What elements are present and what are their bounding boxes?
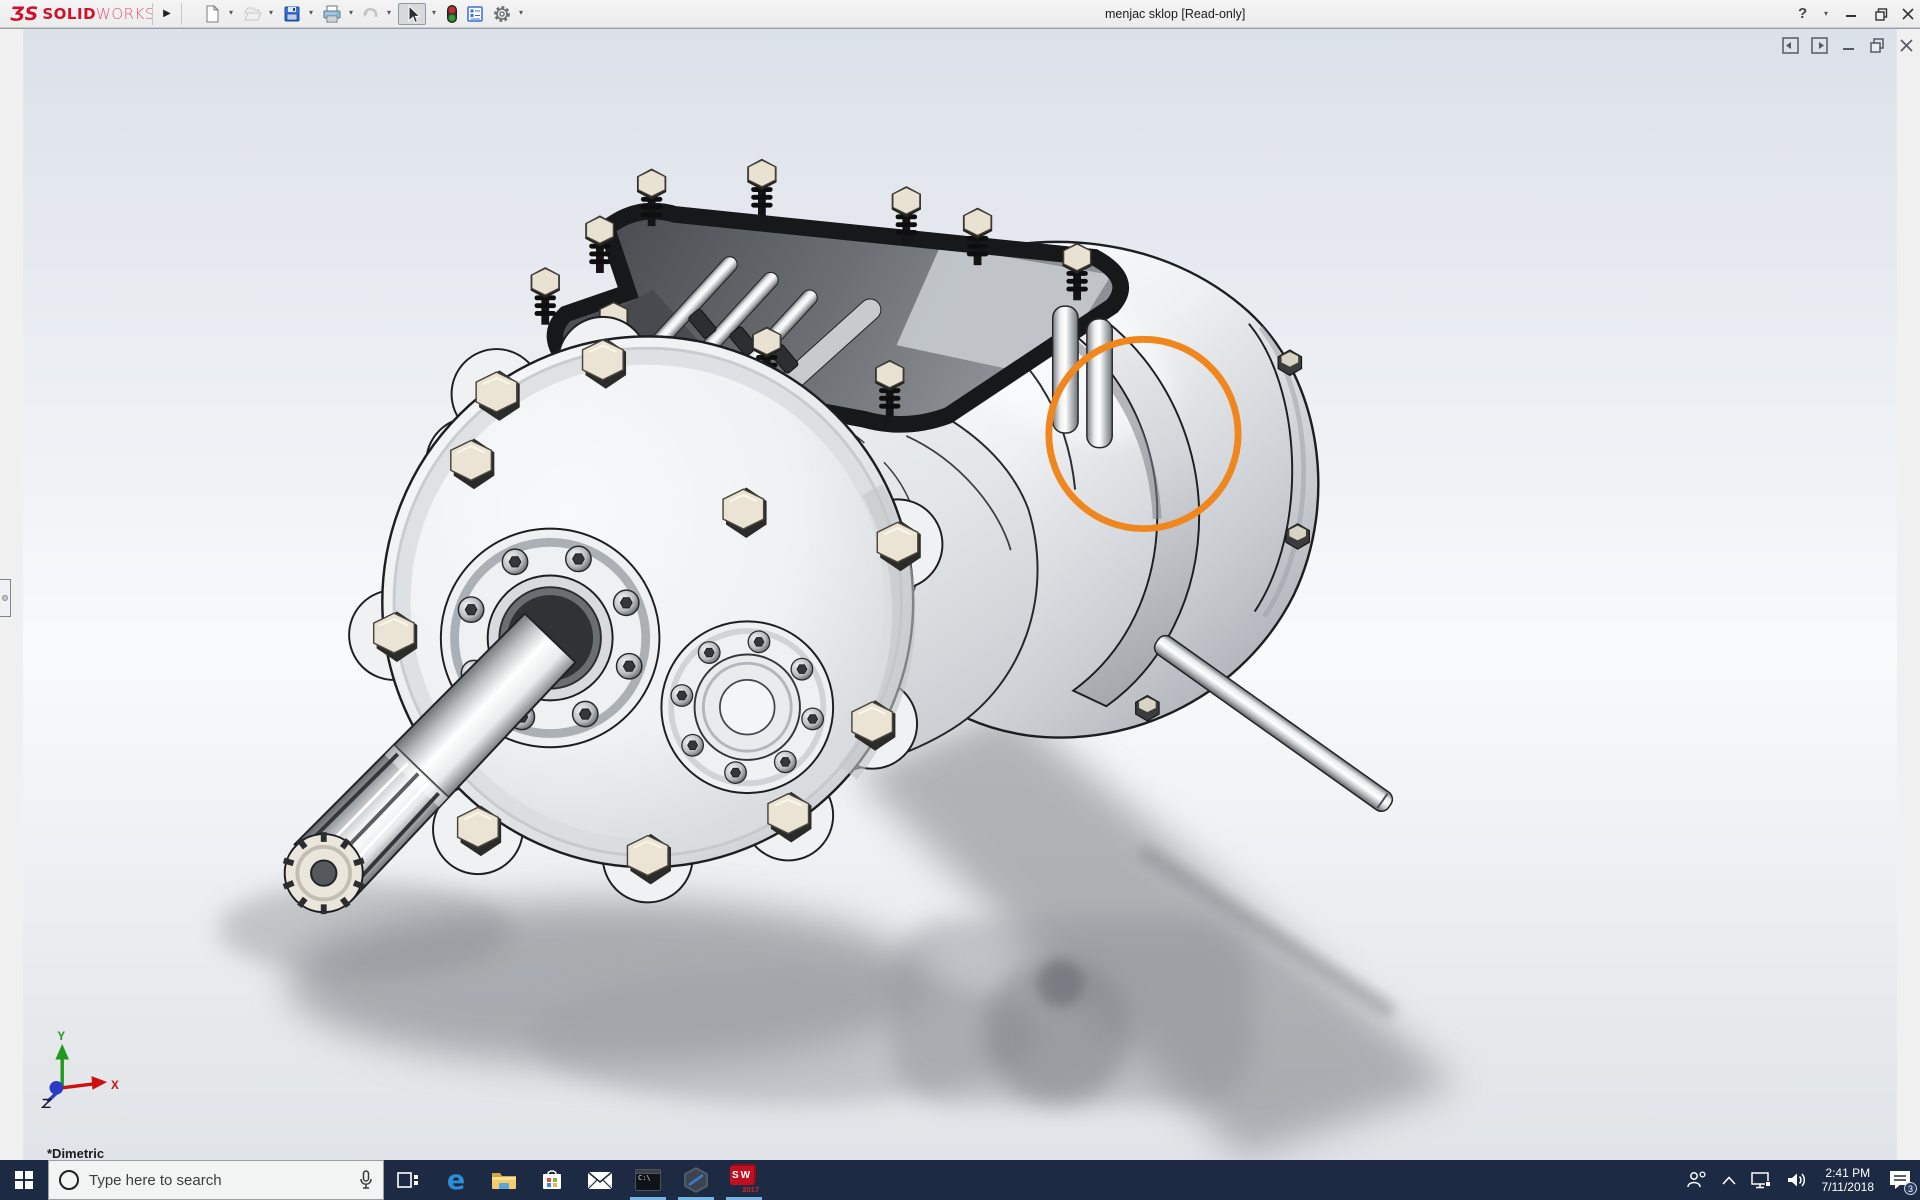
rebuild-button[interactable]	[440, 3, 464, 25]
window-minimize-button[interactable]	[1836, 0, 1866, 28]
microphone-icon[interactable]	[359, 1170, 373, 1190]
minimize-icon	[1845, 8, 1857, 20]
view-orientation-label: *Dimetric	[47, 1146, 104, 1160]
tray-date: 7/11/2018	[1822, 1180, 1875, 1194]
save-button[interactable]	[280, 3, 304, 25]
new-document-icon	[202, 4, 222, 24]
print-button[interactable]	[320, 3, 344, 25]
volume-icon[interactable]	[1786, 1171, 1808, 1189]
save-icon	[282, 4, 302, 24]
gear-icon	[492, 4, 512, 24]
solidworks-icon: SW 2017	[729, 1165, 759, 1195]
select-tool-button[interactable]	[398, 3, 426, 25]
new-document-caret[interactable]: ▾	[226, 8, 236, 17]
undo-caret[interactable]: ▾	[384, 8, 394, 17]
close-icon	[1902, 8, 1914, 20]
task-view-icon	[396, 1168, 420, 1192]
mail-icon	[587, 1171, 613, 1190]
separator	[152, 3, 153, 25]
file-explorer-icon	[491, 1169, 517, 1191]
tab-dot	[2, 595, 8, 601]
file-properties-button[interactable]	[463, 3, 487, 25]
document-window-controls	[1782, 37, 1915, 54]
doc-close-button[interactable]	[1898, 37, 1915, 54]
start-button[interactable]	[0, 1160, 48, 1200]
x-axis-label: X	[111, 1079, 119, 1092]
open-caret[interactable]: ▾	[266, 8, 276, 17]
command-prompt-icon: C:\	[635, 1169, 661, 1191]
edge-icon: e	[447, 1167, 465, 1194]
save-caret[interactable]: ▾	[306, 8, 316, 17]
titlebar: ƷS SOLIDWORKS ▶ ▾ ▾ ▾ ▾ ▾ ▾ ▾ menjac skl…	[0, 0, 1920, 28]
open-icon	[242, 4, 262, 24]
undo-icon	[360, 4, 380, 24]
undo-button[interactable]	[358, 3, 382, 25]
cmd-text: C:\	[636, 1174, 660, 1182]
open-button[interactable]	[240, 3, 264, 25]
help-button[interactable]: ?	[1798, 5, 1807, 22]
hexagon-app-icon	[683, 1167, 709, 1193]
action-center-button[interactable]: 3	[1888, 1169, 1912, 1191]
windows-taskbar: e C:\	[0, 1160, 1920, 1200]
toolbar-flyout-button[interactable]: ▶	[157, 4, 177, 24]
tray-time: 2:41 PM	[1822, 1166, 1875, 1180]
taskbar-item-store[interactable]	[528, 1160, 576, 1200]
network-icon[interactable]	[1750, 1171, 1772, 1189]
tray-clock[interactable]: 2:41 PM 7/11/2018	[1822, 1166, 1875, 1194]
pane-expand-left-button[interactable]	[1782, 37, 1799, 54]
select-caret[interactable]: ▾	[429, 8, 439, 17]
sw-year: 2017	[742, 1185, 759, 1194]
doc-restore-button[interactable]	[1869, 37, 1886, 54]
cortana-icon	[59, 1170, 79, 1190]
pane-expand-right-button[interactable]	[1811, 37, 1828, 54]
new-document-button[interactable]	[200, 3, 224, 25]
select-cursor-icon	[402, 4, 422, 24]
taskbar-search[interactable]	[48, 1160, 384, 1200]
y-axis-label: Y	[57, 1030, 65, 1043]
options-button[interactable]	[490, 3, 514, 25]
3d-model-canvas[interactable]: Y X	[0, 29, 1920, 1160]
solidworks-logo: ƷS SOLIDWORKS	[10, 3, 155, 25]
print-caret[interactable]: ▾	[346, 8, 356, 17]
featuremanager-collapsed-tab[interactable]	[0, 579, 11, 617]
notification-badge: 3	[1904, 1182, 1917, 1195]
traffic-light-icon	[442, 4, 462, 24]
z-axis-ball	[50, 1081, 64, 1095]
file-properties-icon	[465, 4, 485, 24]
separator	[181, 3, 182, 25]
help-caret[interactable]: ▾	[1824, 9, 1828, 18]
taskbar-item-edge[interactable]: e	[432, 1160, 480, 1200]
search-input[interactable]	[89, 1172, 349, 1189]
ds-logo-icon: ƷS	[10, 3, 38, 25]
taskbar-item-mail[interactable]	[576, 1160, 624, 1200]
sw-cube: SW	[730, 1166, 754, 1185]
chevron-up-icon[interactable]	[1722, 1176, 1736, 1185]
taskbar-item-hexagon-app[interactable]	[672, 1160, 720, 1200]
doc-minimize-button[interactable]	[1840, 37, 1857, 54]
people-icon[interactable]	[1686, 1171, 1708, 1189]
options-caret[interactable]: ▾	[516, 8, 526, 17]
taskbar-item-file-explorer[interactable]	[480, 1160, 528, 1200]
secondary-hub	[661, 621, 833, 793]
taskbar-item-solidworks[interactable]: SW 2017	[720, 1160, 768, 1200]
graphics-viewport[interactable]: Y X *Dimetric	[0, 28, 1920, 1160]
system-tray: 2:41 PM 7/11/2018 3	[1686, 1166, 1920, 1194]
document-title: menjac sklop [Read-only]	[1105, 7, 1245, 21]
taskbar-item-task-view[interactable]	[384, 1160, 432, 1200]
windows-logo-icon	[15, 1171, 33, 1189]
window-close-button[interactable]	[1893, 0, 1920, 28]
window-restore-button[interactable]	[1866, 0, 1896, 28]
taskbar-item-command-prompt[interactable]: C:\	[624, 1160, 672, 1200]
print-icon	[322, 4, 342, 24]
store-icon	[540, 1168, 564, 1192]
restore-icon	[1875, 8, 1888, 21]
